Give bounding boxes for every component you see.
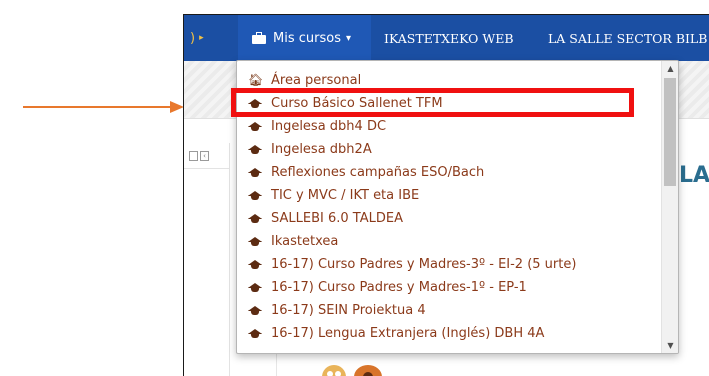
menu-item-label: TIC y MVC / IKT eta IBE	[271, 187, 420, 203]
nav-mis-cursos-label: Mis cursos	[273, 30, 341, 46]
graduation-cap-icon	[248, 190, 264, 200]
highlight-annotation-box	[231, 88, 634, 117]
menu-item-course[interactable]: Ingelesa dbh4 DC	[237, 115, 662, 137]
menu-item-course[interactable]: 16-17) SEIN Proiektua 4	[237, 299, 662, 321]
side-panel-header: ‹	[184, 143, 230, 169]
menu-item-course[interactable]: Ingelesa dbh2A	[237, 138, 662, 160]
graduation-cap-icon	[248, 305, 264, 315]
graduation-cap-icon	[248, 236, 264, 246]
menu-item-label: SALLEBI 6.0 TALDEA	[271, 210, 403, 226]
graduation-cap-icon	[248, 144, 264, 154]
nav-link-label: LA SALLE SECTOR BILB	[548, 30, 708, 46]
scroll-down-arrow-icon[interactable]: ▼	[662, 338, 678, 353]
menu-item-label: Ingelesa dbh2A	[271, 141, 372, 157]
menu-item-label: Reflexiones campañas ESO/Bach	[271, 164, 485, 180]
menu-item-label: 16-17) Lengua Extranjera (Inglés) DBH 4A	[271, 325, 545, 341]
left-side-panel: ‹	[184, 143, 230, 376]
menu-item-label: Ikastetxea	[271, 233, 339, 249]
menu-item-course[interactable]: Reflexiones campañas ESO/Bach	[237, 161, 662, 183]
home-icon: 🏠︎	[248, 73, 264, 87]
annotated-screenshot: ) ▸ Mis cursos ▾ IKASTETXEKO WEB LA SALL…	[0, 0, 709, 376]
menu-item-label: Ingelesa dbh4 DC	[271, 118, 387, 134]
menu-item-course[interactable]: 16-17) Curso Padres y Madres-1º - EP-1	[237, 276, 662, 298]
menu-item-course[interactable]: Ikastetxea	[237, 230, 662, 252]
dropdown-scrollbar[interactable]: ▲ ▼	[661, 61, 678, 353]
top-navbar: ) ▸ Mis cursos ▾ IKASTETXEKO WEB LA SALL…	[184, 15, 709, 61]
annotation-arrow	[23, 101, 184, 113]
briefcase-icon	[252, 32, 268, 44]
menu-item-course[interactable]: TIC y MVC / IKT eta IBE	[237, 184, 662, 206]
graduation-cap-icon	[248, 259, 264, 269]
nav-item-previous[interactable]: ) ▸	[190, 15, 240, 61]
browser-screenshot: ) ▸ Mis cursos ▾ IKASTETXEKO WEB LA SALL…	[183, 14, 709, 376]
menu-item-course[interactable]: 16-17) Curso Padres y Madres-3º - EI-2 (…	[237, 253, 662, 275]
graduation-cap-icon	[248, 213, 264, 223]
dock-icon[interactable]	[189, 151, 198, 161]
menu-item-course[interactable]: 16-17) Lengua Extranjera (Inglés) DBH 4A	[237, 322, 662, 344]
menu-item-label: 16-17) Curso Padres y Madres-1º - EP-1	[271, 279, 527, 295]
nav-link-la-salle-sector[interactable]: LA SALLE SECTOR BILB	[548, 15, 707, 61]
graduation-cap-icon	[248, 167, 264, 177]
caret-down-icon: ▾	[345, 32, 351, 44]
graduation-cap-icon	[248, 328, 264, 338]
collapse-icon[interactable]: ‹	[200, 151, 209, 161]
nav-item-previous-label: )	[190, 30, 196, 46]
graduation-cap-icon	[248, 121, 264, 131]
nav-link-label: IKASTETXEKO WEB	[384, 30, 514, 46]
caret-right-icon: ▸	[199, 33, 204, 43]
graduation-cap-icon	[248, 282, 264, 292]
menu-item-label: Área personal	[271, 72, 362, 88]
scroll-up-arrow-icon[interactable]: ▲	[662, 61, 678, 76]
menu-item-label: 16-17) SEIN Proiektua 4	[271, 302, 426, 318]
nav-link-ikastetxeko-web[interactable]: IKASTETXEKO WEB	[384, 15, 514, 61]
nav-mis-cursos-button[interactable]: Mis cursos ▾	[238, 15, 371, 61]
scrollbar-thumb[interactable]	[664, 78, 676, 186]
menu-item-course[interactable]: SALLEBI 6.0 TALDEA	[237, 207, 662, 229]
menu-item-label: 16-17) Curso Padres y Madres-3º - EI-2 (…	[271, 256, 577, 272]
page-heading: LA	[679, 163, 709, 188]
